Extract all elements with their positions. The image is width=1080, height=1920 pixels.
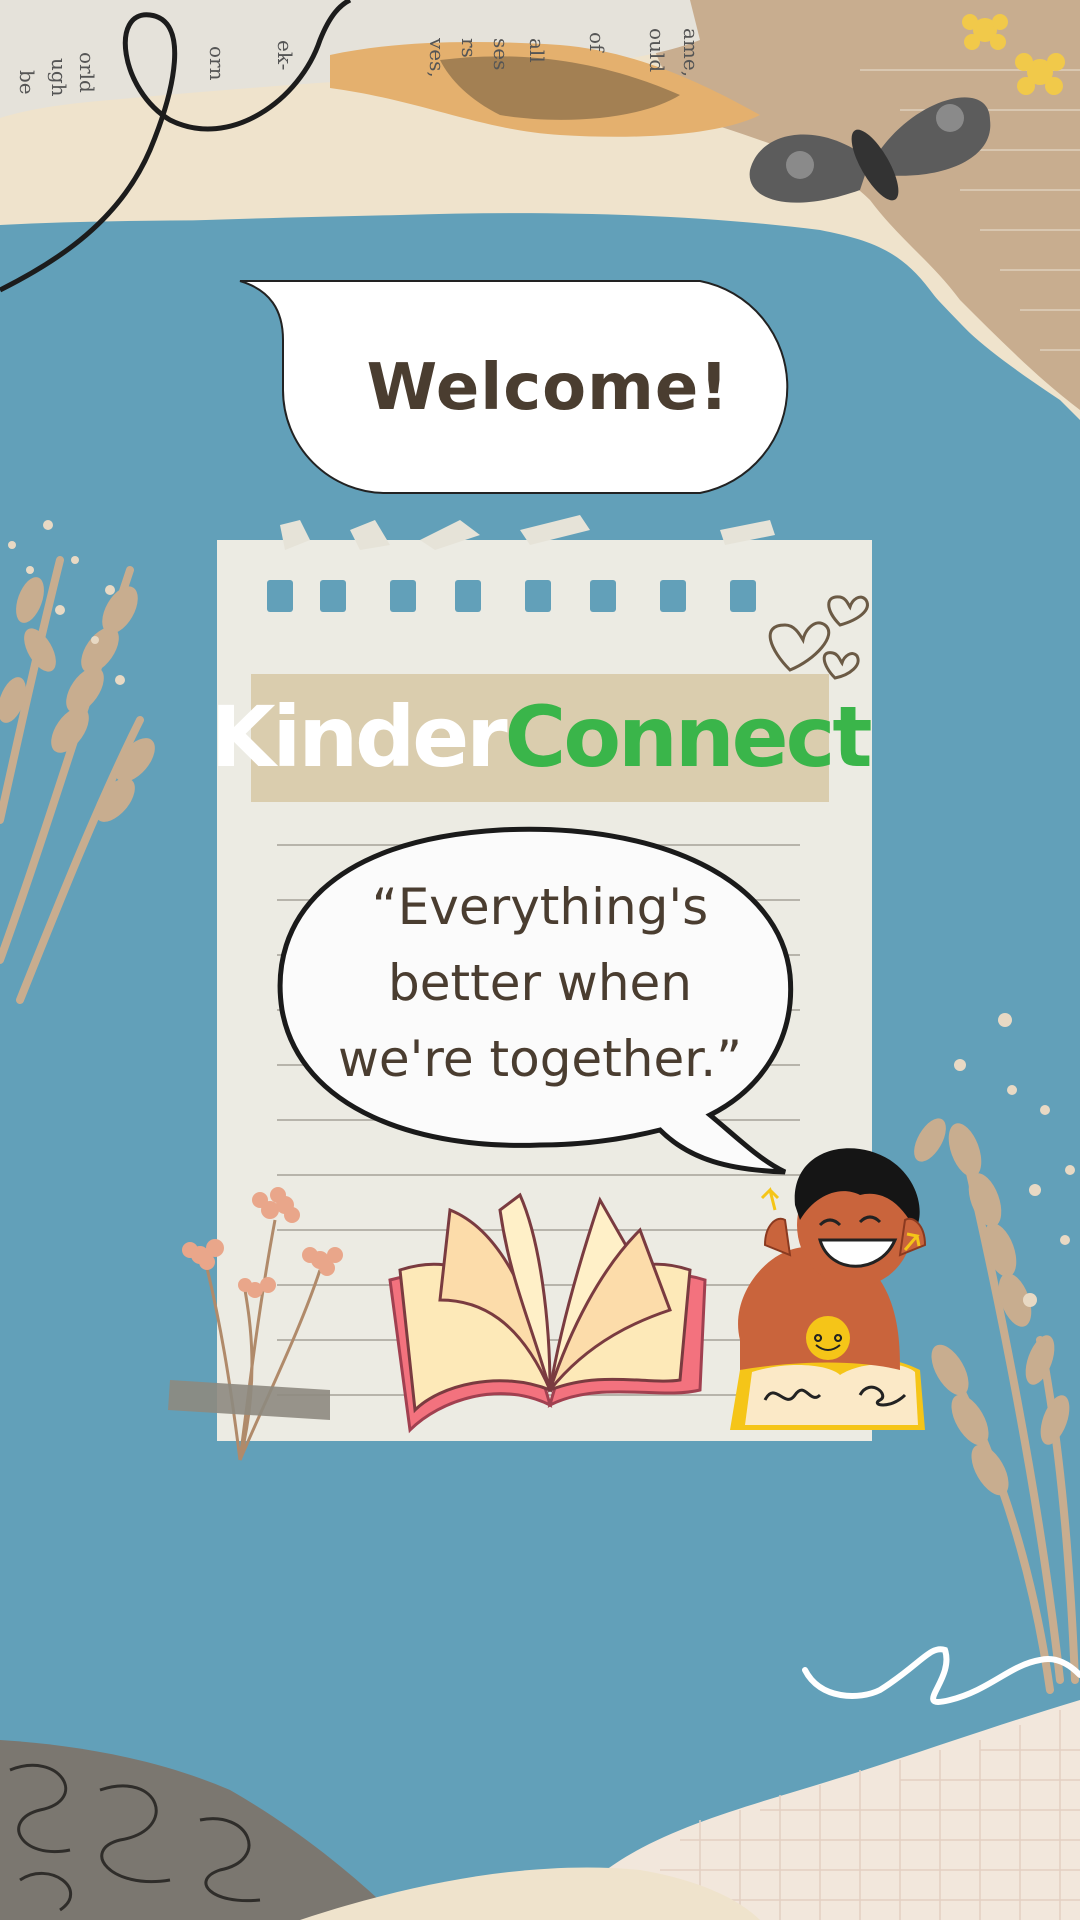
logo-part-connect: Connect xyxy=(504,688,873,786)
quote-text: “Everything's better when we're together… xyxy=(337,878,743,1088)
svg-text:ugh: ugh xyxy=(47,58,71,97)
logo-part-kinder: Kinder xyxy=(210,688,507,786)
svg-text:orld: orld xyxy=(75,52,99,93)
svg-text:ek-: ek- xyxy=(273,40,297,70)
svg-text:be: be xyxy=(15,70,39,95)
svg-text:orn: orn xyxy=(205,46,229,81)
app-logo: Kinder Connect xyxy=(210,682,872,792)
svg-text:ame,: ame, xyxy=(679,28,703,77)
svg-text:ves,: ves, xyxy=(425,37,449,78)
welcome-heading: Welcome! xyxy=(366,351,730,425)
svg-text:rs: rs xyxy=(457,38,481,58)
svg-text:ses: ses xyxy=(489,38,513,70)
welcome-screen: be ugh orld orn ek- ves, rs ses all of o… xyxy=(0,0,1080,1920)
svg-text:ould: ould xyxy=(645,28,669,72)
svg-text:of: of xyxy=(585,32,609,53)
svg-text:all: all xyxy=(525,38,549,63)
